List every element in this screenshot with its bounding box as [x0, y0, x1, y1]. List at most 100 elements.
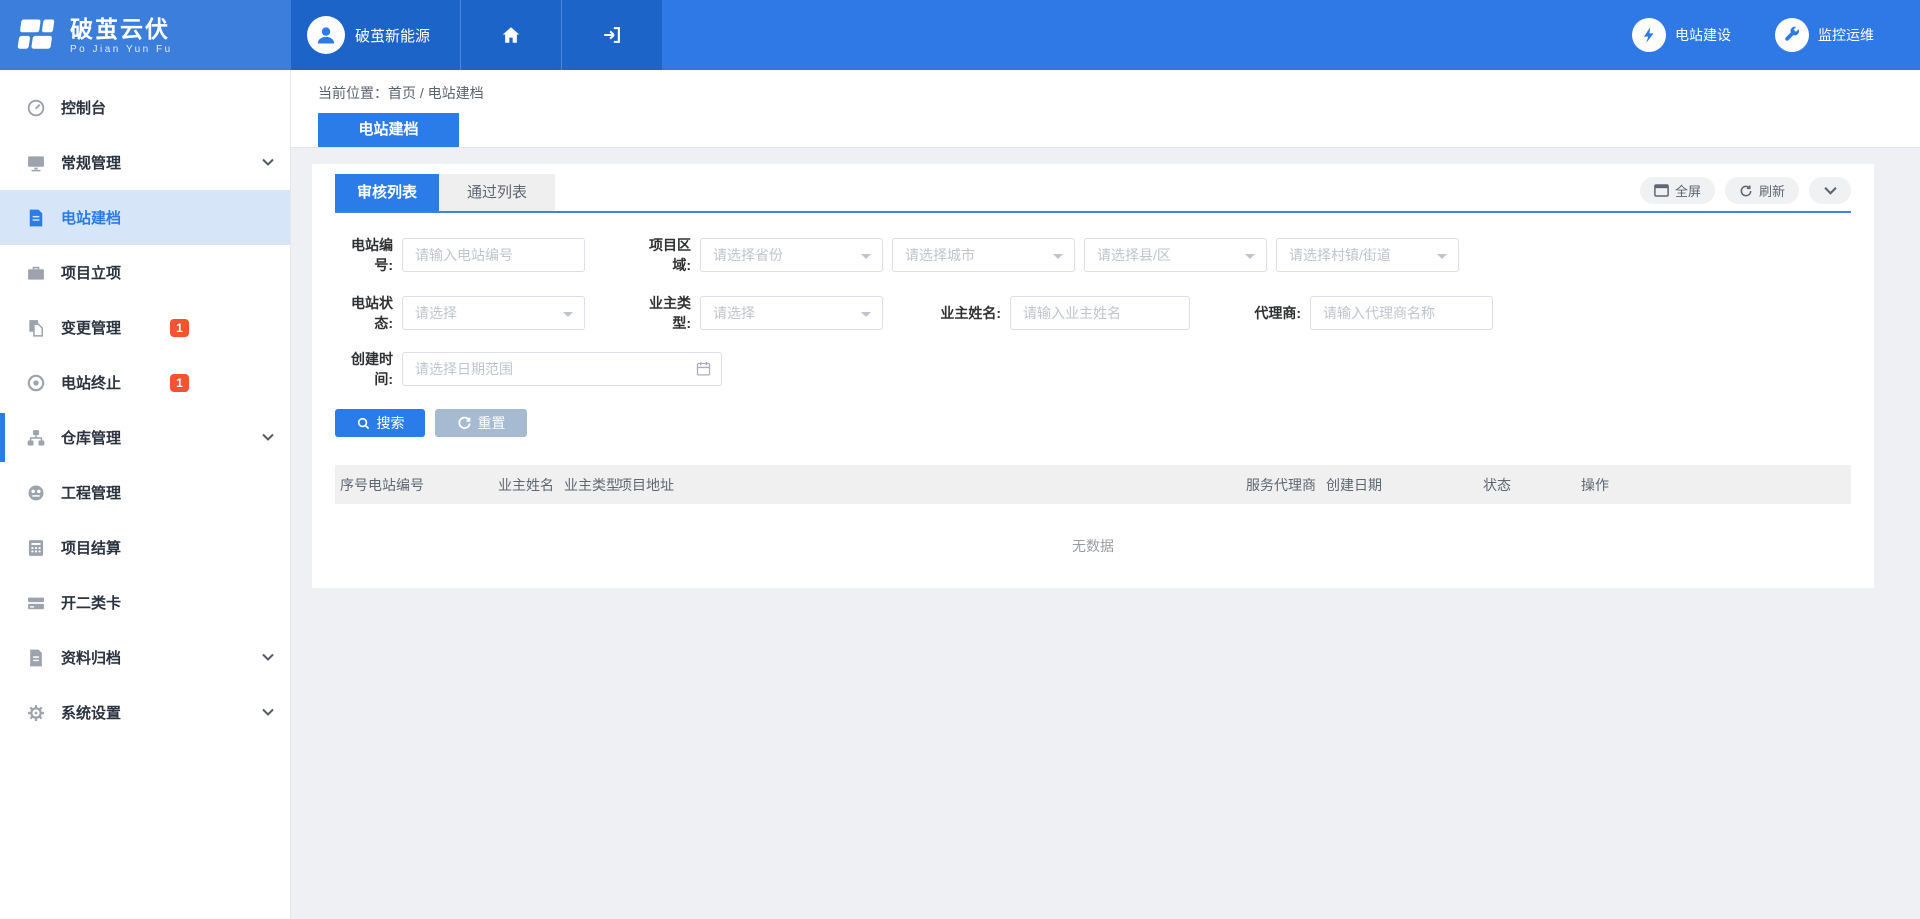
sign-in-icon	[601, 24, 623, 46]
sidebar-item-project-initiation[interactable]: 项目立项	[0, 245, 290, 300]
app-title: 破茧云伏	[70, 16, 173, 42]
col-owner-name: 业主姓名	[498, 475, 564, 495]
card-toolbar: 全屏 刷新	[1640, 177, 1851, 204]
fullscreen-icon	[1654, 184, 1669, 197]
header-nav: 电站建设 监控运维	[662, 0, 1920, 70]
sidebar-item-engineering-mgmt[interactable]: 工程管理	[0, 465, 290, 520]
station-no-label: 电站编号:	[335, 235, 402, 275]
station-no-input[interactable]	[402, 238, 585, 272]
breadcrumb-prefix: 当前位置：	[318, 85, 388, 101]
nav-label: 监控运维	[1818, 25, 1874, 45]
app-subtitle: Po Jian Yun Fu	[70, 44, 173, 55]
col-project-address: 项目地址	[618, 475, 1246, 495]
badge-count: 1	[170, 374, 189, 392]
county-select[interactable]: 请选择县/区	[1084, 238, 1267, 272]
sidebar-item-station-termination[interactable]: 电站终止 1	[0, 355, 290, 410]
sidebar-item-open-type2-card[interactable]: 开二类卡	[0, 575, 290, 630]
app-logo: 破茧云伏 Po Jian Yun Fu	[0, 0, 291, 70]
home-button[interactable]	[460, 0, 561, 70]
reset-icon	[457, 416, 472, 431]
owner-name-label: 业主姓名:	[938, 303, 1010, 323]
nav-station-build[interactable]: 电站建设	[1632, 18, 1731, 52]
avatar	[307, 16, 345, 54]
lightning-icon	[1639, 25, 1659, 45]
home-icon	[500, 24, 522, 46]
sidebar-item-system-settings[interactable]: 系统设置	[0, 685, 290, 740]
filter-form: 电站编号: 项目区域: 请选择省份 请选择城市 请选择县/区 请选择村镇/街道 …	[335, 213, 1851, 386]
owner-type-label: 业主类型:	[637, 293, 700, 333]
monitor-icon	[26, 153, 46, 173]
chevron-down-icon	[262, 708, 274, 716]
sidebar-item-change-mgmt[interactable]: 变更管理 1	[0, 300, 290, 355]
collapse-button[interactable]	[1809, 177, 1851, 204]
breadcrumb-path: 首页 / 电站建档	[388, 85, 484, 101]
content-area: 审核列表 通过列表 全屏 刷新	[291, 148, 1920, 919]
refresh-icon	[1739, 184, 1753, 198]
agent-input[interactable]	[1310, 296, 1493, 330]
main-area: 当前位置：首页 / 电站建档 电站建档 审核列表 通过列表 全屏	[291, 70, 1920, 919]
col-owner-type: 业主类型	[564, 475, 618, 495]
user-menu[interactable]: 破茧新能源	[291, 0, 460, 70]
company-name: 破茧新能源	[355, 25, 430, 46]
page-tab-station-filing[interactable]: 电站建档	[318, 113, 459, 147]
gauge-icon	[26, 483, 46, 503]
breadcrumb: 当前位置：首页 / 电站建档	[291, 70, 1920, 103]
col-station-no: 电站编号	[368, 475, 498, 495]
owner-type-select[interactable]: 请选择	[700, 296, 883, 330]
tab-review-list[interactable]: 审核列表	[335, 174, 439, 211]
sidebar-item-data-archive[interactable]: 资料归档	[0, 630, 290, 685]
date-range-input[interactable]	[402, 352, 722, 386]
badge-count: 1	[170, 319, 189, 337]
agent-label: 代理商:	[1238, 303, 1310, 323]
fullscreen-button[interactable]: 全屏	[1640, 177, 1715, 204]
refresh-button[interactable]: 刷新	[1725, 177, 1799, 204]
target-icon	[26, 373, 46, 393]
station-status-select[interactable]: 请选择	[402, 296, 585, 330]
sidebar-item-station-filing[interactable]: 电站建档	[0, 190, 290, 245]
col-status: 状态	[1483, 475, 1581, 495]
reset-button[interactable]: 重置	[435, 409, 527, 437]
region-label: 项目区域:	[637, 235, 700, 275]
col-actions: 操作	[1581, 475, 1851, 495]
town-select[interactable]: 请选择村镇/街道	[1276, 238, 1459, 272]
col-created-date: 创建日期	[1326, 475, 1483, 495]
search-button[interactable]: 搜索	[335, 409, 425, 437]
col-seq: 序号	[335, 475, 368, 495]
station-filing-card: 审核列表 通过列表 全屏 刷新	[312, 164, 1874, 588]
tab-approved-list[interactable]: 通过列表	[439, 174, 555, 211]
filter-actions: 搜索 重置	[335, 409, 1851, 437]
station-status-label: 电站状态:	[335, 293, 402, 333]
sidebar-item-general-mgmt[interactable]: 常规管理	[0, 135, 290, 190]
logo-mark-icon	[15, 14, 59, 56]
sidebar: 控制台 常规管理 电站建档 项目立项	[0, 70, 291, 919]
archive-icon	[26, 648, 46, 668]
nav-label: 电站建设	[1675, 25, 1731, 45]
pages-icon	[26, 318, 46, 338]
city-select[interactable]: 请选择城市	[892, 238, 1075, 272]
wrench-icon	[1782, 25, 1802, 45]
chevron-down-icon	[262, 158, 274, 166]
sidebar-item-warehouse-mgmt[interactable]: 仓库管理	[0, 410, 290, 465]
briefcase-icon	[26, 263, 46, 283]
app-header: 破茧云伏 Po Jian Yun Fu 破茧新能源	[0, 0, 1920, 70]
calculator-icon	[26, 538, 46, 558]
owner-name-input[interactable]	[1010, 296, 1190, 330]
table-header: 序号 电站编号 业主姓名 业主类型 项目地址 服务代理商 创建日期 状态 操作	[335, 465, 1851, 504]
document-icon	[26, 208, 46, 228]
gear-icon	[26, 703, 46, 723]
col-service-agent: 服务代理商	[1246, 475, 1326, 495]
sitemap-icon	[26, 428, 46, 448]
chevron-down-icon	[1824, 186, 1837, 195]
breadcrumb-bar: 当前位置：首页 / 电站建档 电站建档	[291, 70, 1920, 148]
dashboard-icon	[26, 98, 46, 118]
province-select[interactable]: 请选择省份	[700, 238, 883, 272]
chevron-down-icon	[262, 433, 274, 441]
person-icon	[314, 23, 338, 47]
nav-monitor-ops[interactable]: 监控运维	[1775, 18, 1874, 52]
logout-button[interactable]	[561, 0, 662, 70]
active-indicator-bar	[0, 413, 5, 462]
card-icon	[26, 593, 46, 613]
sidebar-item-dashboard[interactable]: 控制台	[0, 80, 290, 135]
sidebar-item-project-settlement[interactable]: 项目结算	[0, 520, 290, 575]
list-tabs: 审核列表 通过列表 全屏 刷新	[335, 164, 1851, 213]
